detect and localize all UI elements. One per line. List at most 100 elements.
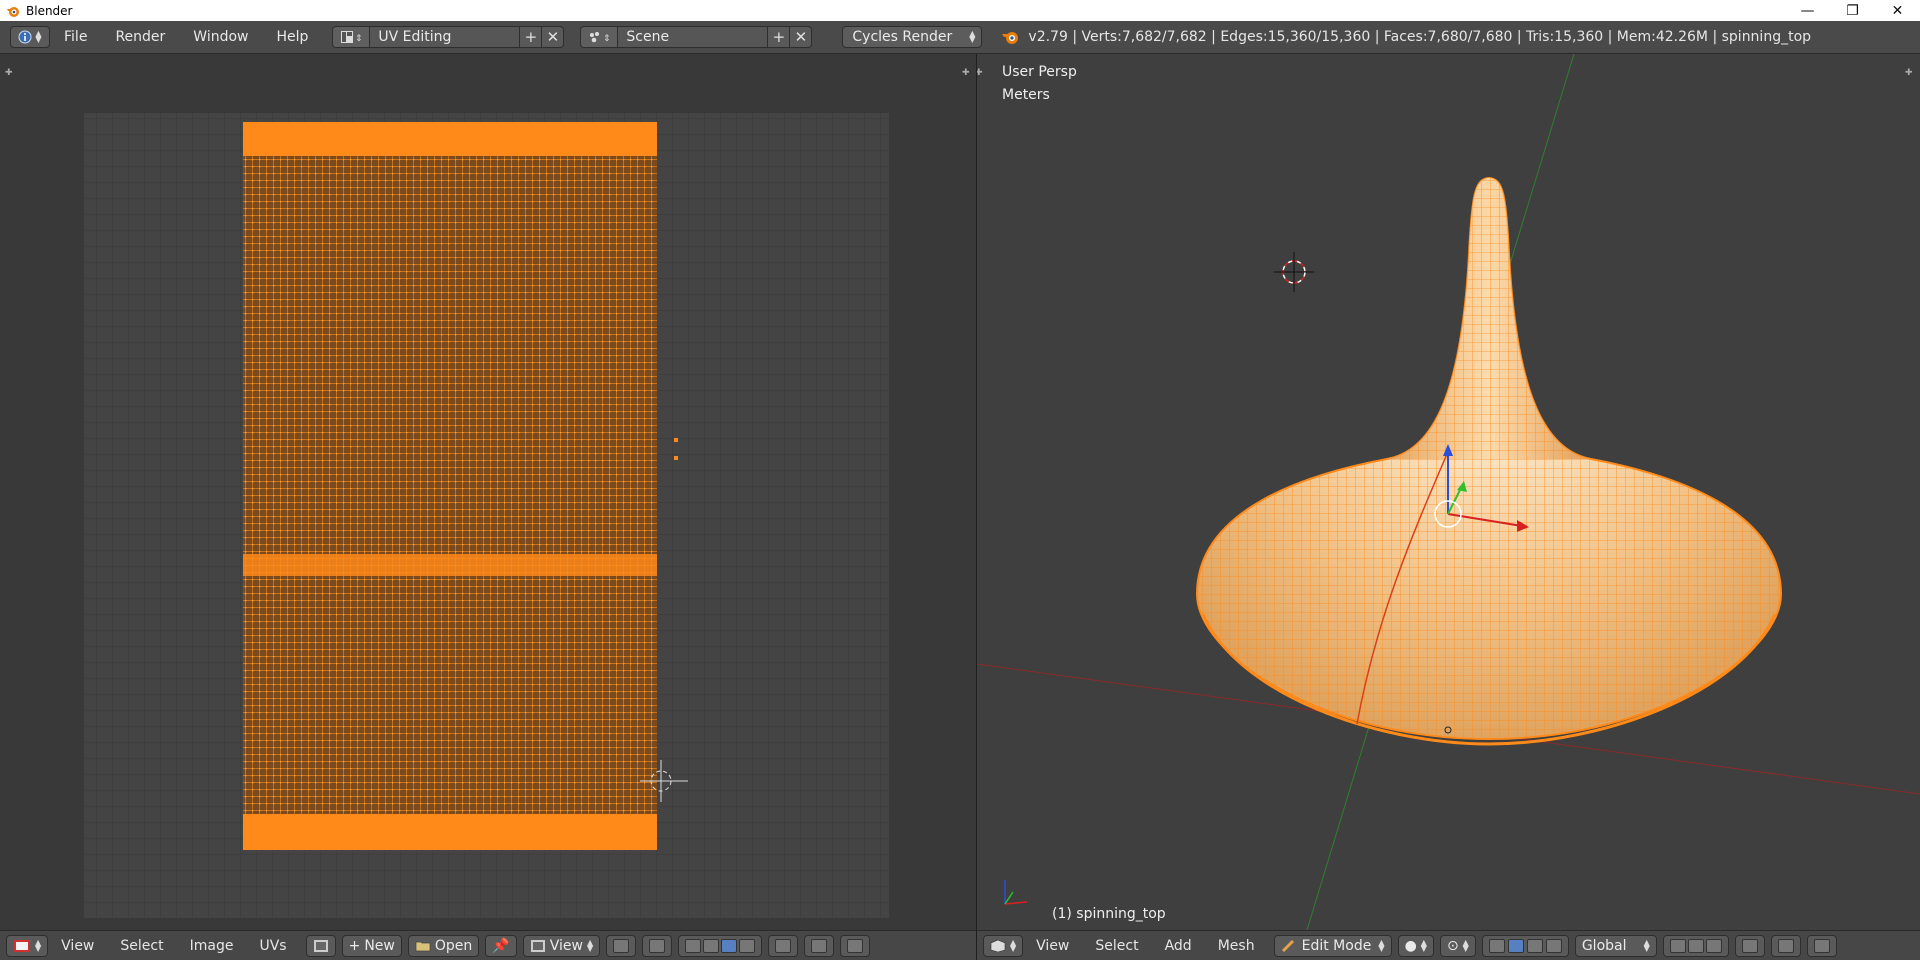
manipulator-toggle-icon[interactable] [1488,938,1505,953]
uv-island-bottom-band [243,814,657,850]
render-engine-dropdown[interactable]: Cycles Render ▲ ▼ [842,26,983,48]
editor-type-selector[interactable]: ▲ ▼ [6,934,49,957]
uv-canvas[interactable] [0,54,976,930]
editor-type-selector[interactable]: ▲ ▼ [983,934,1024,957]
sphere-shading-icon: ● [1404,937,1417,954]
menu-view[interactable]: View [1023,938,1082,954]
render-engine-label: Cycles Render [852,29,953,45]
pivot-dropdown[interactable]: ⊙ ▲ ▼ [1439,934,1476,957]
menu-help[interactable]: Help [262,21,322,54]
orientation-dropdown[interactable]: Global ▲ ▼ [1574,934,1657,957]
face-select-icon[interactable] [721,938,738,953]
screen-layout-button[interactable]: ⇕ [332,26,371,48]
info-header: ▲ ▼ File Render Window Help ⇕ UV Editing … [0,21,1920,54]
window-title: Blender [26,3,73,18]
snap-toggle[interactable] [1806,934,1837,957]
occlude-toggle[interactable] [1734,934,1765,957]
minimize-button[interactable]: — [1785,0,1830,21]
open-image-button[interactable]: Open [407,934,480,957]
menu-select[interactable]: Select [1082,938,1151,954]
uv-editor-header: ▲ ▼ View Select Image UVs + New Open 📌 Vi… [0,930,976,960]
orientation-label: Global [1581,937,1627,954]
new-image-label: New [364,937,395,954]
menu-add[interactable]: Add [1152,938,1205,954]
menu-window[interactable]: Window [179,21,262,54]
pin-button[interactable]: 📌 [485,934,517,957]
3d-view-header: ▲ ▼ View Select Add Mesh Edit Mode ▲ ▼ ● ▲… [977,930,1920,960]
svg-text:⇕: ⇕ [355,34,362,44]
menu-uvs[interactable]: UVs [246,938,299,954]
menu-render[interactable]: Render [101,21,179,54]
pivot-icon [613,938,630,953]
uv-editor-icon [14,939,30,952]
updown-arrows-icon: ▲ ▼ [1462,937,1469,953]
updown-arrows-icon: ▲ ▼ [586,937,594,953]
add-scene-button[interactable]: + [768,26,791,48]
menu-file[interactable]: File [50,21,101,54]
sync-selection-toggle[interactable] [642,934,673,957]
close-button[interactable]: ✕ [1875,0,1920,21]
rotate-icon[interactable] [1526,938,1543,953]
sticky-select-dropdown[interactable] [768,934,799,957]
new-image-button[interactable]: + New [341,934,402,957]
image-browse-button[interactable] [305,934,336,957]
menu-image[interactable]: Image [177,938,247,954]
folder-icon [415,941,431,951]
stats-text: v2.79 | Verts:7,682/7,682 | Edges:15,360… [1028,29,1812,45]
menu-select[interactable]: Select [107,938,176,954]
image-icon [530,939,545,952]
cursor-3d-icon[interactable] [1274,252,1314,292]
remove-scene-button[interactable]: ✕ [790,26,813,48]
spinning-top-mesh[interactable] [1195,176,1783,746]
scene-name-field[interactable]: Scene [618,26,769,48]
snap-icon [1813,938,1830,953]
workspace-selector: ⇕ UV Editing + ✕ [332,26,565,48]
sync-icon [649,938,666,953]
proportional-edit-dropdown[interactable] [804,934,835,957]
uv-island-mid-band [243,554,657,576]
3d-view-icon [990,939,1006,952]
menu-view[interactable]: View [48,938,107,954]
vertex-select-icon[interactable] [685,938,702,953]
os-titlebar: Blender — ❐ ✕ [0,0,1920,21]
edge-select-icon[interactable] [703,938,720,953]
pivot-icon: ⊙ [1446,937,1459,954]
mode-dropdown[interactable]: Edit Mode ▲ ▼ [1273,934,1392,957]
face-select-icon[interactable] [1705,938,1722,953]
updown-arrows-icon: ▲ ▼ [969,29,976,44]
open-image-label: Open [434,937,473,954]
sticky-icon [775,938,792,953]
view-mode-dropdown[interactable]: View ▲ ▼ [522,934,601,957]
menu-mesh[interactable]: Mesh [1205,938,1268,954]
scale-icon[interactable] [1545,938,1562,953]
editor-type-selector[interactable]: ▲ ▼ [10,26,50,48]
scene-button[interactable]: ⇕ [580,26,619,48]
edit-mode-icon [1281,939,1294,952]
scene-statistics: v2.79 | Verts:7,682/7,682 | Edges:15,360… [1000,29,1811,45]
uv-island[interactable] [243,122,657,850]
3d-viewport[interactable]: ✚ ✚ User Persp Meters (1) spinning_top [977,54,1920,930]
updown-arrows-icon: ▲ ▼ [35,937,42,953]
proportional-edit-dropdown[interactable] [1770,934,1801,957]
pivot-dropdown[interactable] [606,934,637,957]
active-object-label: (1) spinning_top [1052,906,1166,922]
snap-toggle[interactable] [840,934,871,957]
manipulator-group [1481,934,1569,957]
uv-stray-vertex[interactable] [674,438,678,442]
add-screen-button[interactable]: + [520,26,543,48]
maximize-button[interactable]: ❐ [1830,0,1875,21]
translate-icon[interactable] [1507,938,1524,953]
edge-select-icon[interactable] [1687,938,1704,953]
image-icon [313,939,328,952]
svg-text:⇕: ⇕ [603,34,610,44]
vertex-select-icon[interactable] [1669,938,1686,953]
uv-island-top-band [243,122,657,156]
uv-image-editor[interactable]: ✚ ✚ [0,54,976,930]
updown-arrows-icon: ▲ ▼ [1643,937,1650,953]
remove-screen-button[interactable]: ✕ [542,26,565,48]
shading-dropdown[interactable]: ● ▲ ▼ [1397,934,1434,957]
uv-stray-vertex[interactable] [674,456,678,460]
island-select-icon[interactable] [739,938,756,953]
workspace-name-field[interactable]: UV Editing [370,26,521,48]
viewport-canvas[interactable] [977,54,1920,930]
